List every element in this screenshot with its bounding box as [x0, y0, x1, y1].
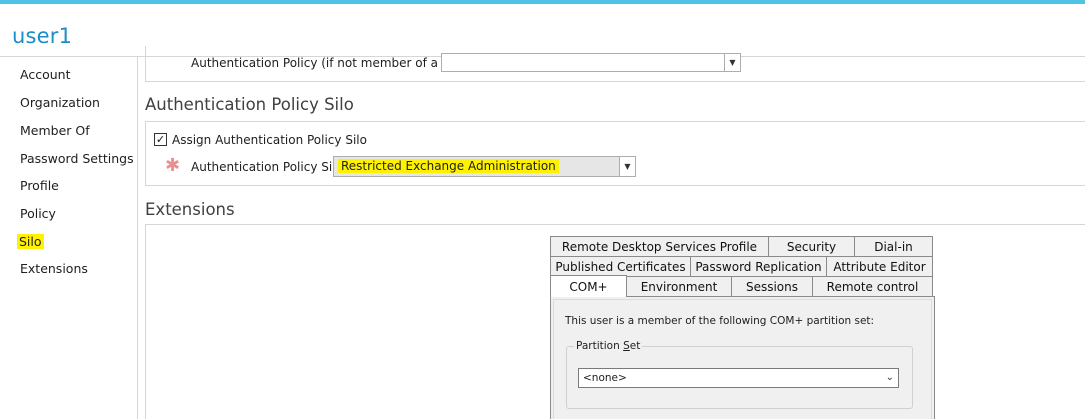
tab-remote-desktop-services-profile[interactable]: Remote Desktop Services Profile: [550, 236, 769, 256]
sidebar-item-organization[interactable]: Organization: [20, 95, 100, 110]
page-title: user1: [12, 24, 73, 48]
partition-set-value: <none>: [583, 372, 627, 384]
tab-security[interactable]: Security: [768, 236, 855, 256]
auth-policy-label: Authentication Policy (if not member of …: [191, 56, 473, 70]
chevron-down-icon: ⌄: [885, 372, 894, 383]
top-accent-bar: [0, 0, 1085, 4]
sidebar-item-policy[interactable]: Policy: [20, 206, 56, 221]
sidebar-item-password-settings[interactable]: Password Settings: [20, 151, 134, 166]
sidebar-item-member-of[interactable]: Member Of: [20, 123, 90, 138]
required-asterisk-icon: ✱: [165, 155, 181, 176]
sidebar-item-account[interactable]: Account: [20, 67, 70, 82]
partition-set-select[interactable]: <none> ⌄: [578, 368, 899, 388]
partition-set-label: Partition Set: [574, 340, 643, 352]
sidebar-item-extensions[interactable]: Extensions: [20, 261, 88, 276]
assign-silo-checkbox[interactable]: ✓: [154, 133, 167, 146]
chevron-down-icon[interactable]: ▼: [619, 157, 635, 176]
tab-remote-control[interactable]: Remote control: [812, 276, 933, 296]
tab-complus[interactable]: COM+: [550, 275, 627, 297]
tab-password-replication[interactable]: Password Replication: [690, 256, 827, 276]
silo-combo[interactable]: Restricted Exchange Administration ▼: [333, 156, 636, 177]
auth-policy-combo[interactable]: ▼: [441, 53, 741, 72]
tab-environment[interactable]: Environment: [626, 276, 732, 296]
tab-sessions[interactable]: Sessions: [731, 276, 813, 296]
tab-attribute-editor[interactable]: Attribute Editor: [826, 256, 933, 276]
chevron-down-icon[interactable]: ▼: [724, 54, 740, 71]
silo-value: Restricted Exchange Administration: [338, 159, 559, 173]
sidebar-item-silo[interactable]: Silo: [17, 234, 44, 249]
assign-silo-label: Assign Authentication Policy Silo: [172, 133, 367, 147]
sidebar-item-profile[interactable]: Profile: [20, 178, 59, 193]
complus-description: This user is a member of the following C…: [565, 315, 875, 327]
partition-set-label-accel: S: [623, 340, 630, 352]
partition-set-label-part1: Partition: [576, 340, 624, 352]
extensions-section-header: Extensions: [145, 200, 235, 219]
partition-set-label-part2: et: [629, 340, 641, 352]
tab-dial-in[interactable]: Dial-in: [854, 236, 933, 256]
silo-label: Authentication Policy Silo:: [191, 160, 347, 174]
silo-section-header: Authentication Policy Silo: [145, 95, 354, 114]
tab-published-certificates[interactable]: Published Certificates: [550, 256, 691, 276]
